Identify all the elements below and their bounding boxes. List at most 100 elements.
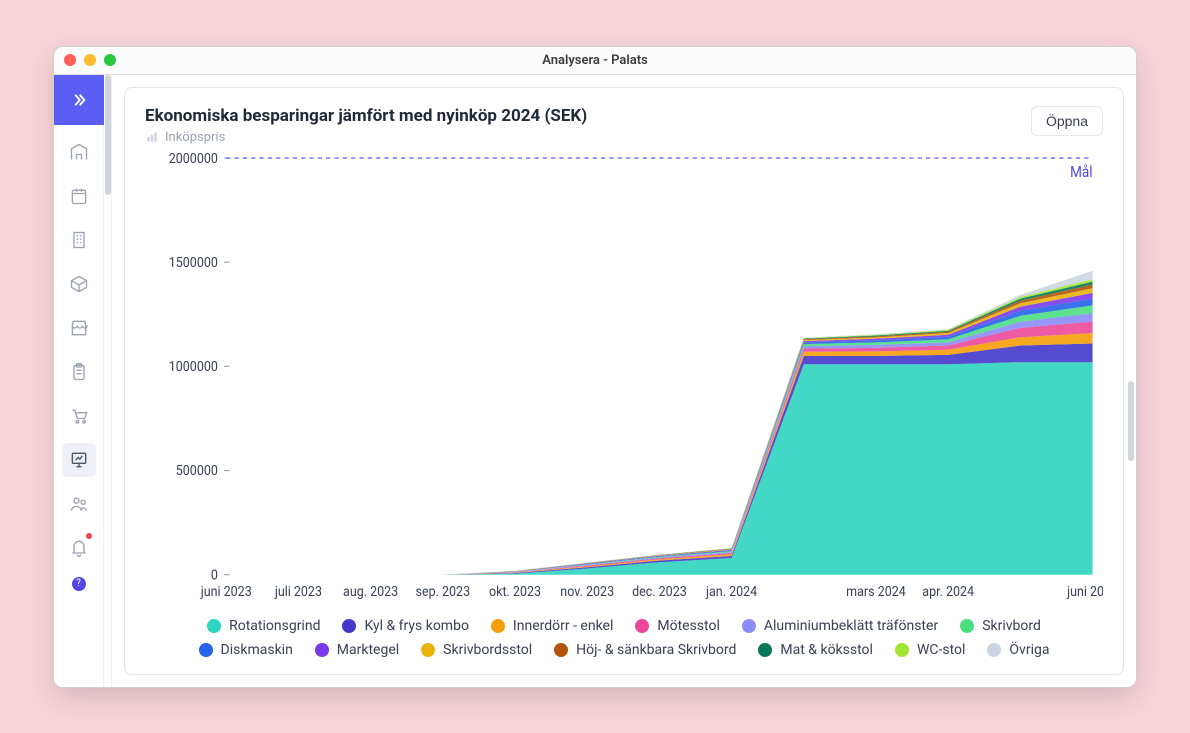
legend-label: Skrivbordsstol	[443, 642, 532, 658]
legend-label: Aluminiumbeklätt träfönster	[764, 618, 938, 634]
legend-swatch	[554, 643, 568, 657]
sidebar-item-analytics[interactable]	[62, 443, 96, 477]
window-title: Analysera - Palats	[54, 53, 1136, 68]
legend-item[interactable]: Diskmaskin	[199, 642, 293, 658]
close-window-icon[interactable]	[64, 54, 76, 66]
legend-swatch	[960, 619, 974, 633]
legend-item[interactable]: Aluminiumbeklätt träfönster	[742, 618, 938, 634]
svg-text:sep. 2023: sep. 2023	[416, 584, 471, 600]
legend-label: Höj- & sänkbara Skrivbord	[576, 642, 736, 658]
bar-chart-icon	[145, 130, 159, 144]
legend-item[interactable]: WC-stol	[895, 642, 965, 658]
svg-text:jan. 2024: jan. 2024	[705, 584, 758, 600]
sidebar-item-clipboard[interactable]	[62, 355, 96, 389]
svg-text:juli 2023: juli 2023	[274, 584, 322, 600]
svg-text:dec. 2023: dec. 2023	[632, 584, 687, 600]
sidebar-item-cart[interactable]	[62, 399, 96, 433]
sidebar-scrollbar[interactable]	[104, 75, 112, 687]
cart-icon	[69, 406, 89, 426]
svg-text:Mål: Mål	[1070, 163, 1092, 181]
legend-swatch	[987, 643, 1001, 657]
office-icon	[69, 230, 89, 250]
legend-item[interactable]: Mat & köksstol	[758, 642, 873, 658]
legend-item[interactable]: Rotationsgrind	[207, 618, 320, 634]
chart-legend: Rotationsgrind Kyl & frys kombo Innerdörr …	[145, 610, 1103, 664]
chart-area: 0 500000 1000000 1500000 2000000 Mål juni 2023…	[145, 151, 1103, 610]
window-body: ? Ekonomiska besparingar jämfört med nyi…	[54, 75, 1136, 687]
legend-item[interactable]: Innerdörr - enkel	[491, 618, 613, 634]
legend-item[interactable]: Övriga	[987, 642, 1049, 658]
legend-label: Mat & köksstol	[780, 642, 873, 658]
legend-swatch	[342, 619, 356, 633]
bell-icon	[69, 538, 89, 558]
legend-item[interactable]: Skrivbord	[960, 618, 1041, 634]
svg-text:500000: 500000	[176, 463, 218, 479]
card-subtitle: Inköpspris	[145, 130, 587, 145]
svg-text:nov. 2023: nov. 2023	[560, 584, 614, 600]
legend-swatch	[758, 643, 772, 657]
titlebar: Analysera - Palats	[54, 47, 1136, 75]
legend-item[interactable]: Höj- & sänkbara Skrivbord	[554, 642, 736, 658]
maximize-window-icon[interactable]	[104, 54, 116, 66]
legend-label: Skrivbord	[982, 618, 1041, 634]
minimize-window-icon[interactable]	[84, 54, 96, 66]
svg-text:juni 2023: juni 2023	[200, 584, 252, 600]
presentation-icon	[69, 450, 89, 470]
svg-text:okt. 2023: okt. 2023	[489, 584, 541, 600]
legend-swatch	[742, 619, 756, 633]
svg-text:1000000: 1000000	[169, 359, 218, 375]
legend-label: Rotationsgrind	[229, 618, 320, 634]
area-chart: 0 500000 1000000 1500000 2000000 Mål juni 2023…	[145, 151, 1103, 610]
sidebar-item-notifications[interactable]	[62, 531, 96, 565]
legend-swatch	[895, 643, 909, 657]
sidebar-item-users[interactable]	[62, 487, 96, 521]
expand-sidebar-button[interactable]	[54, 75, 104, 125]
main-scrollbar[interactable]	[1128, 381, 1134, 461]
legend-item[interactable]: Skrivbordsstol	[421, 642, 532, 658]
legend-label: Övriga	[1009, 642, 1049, 658]
legend-swatch	[315, 643, 329, 657]
legend-swatch	[207, 619, 221, 633]
subtitle-text: Inköpspris	[165, 130, 225, 145]
svg-text:mars 2024: mars 2024	[846, 584, 906, 600]
app-window: Analysera - Palats ? Ekonomiska besp	[53, 46, 1137, 688]
users-icon	[69, 494, 89, 514]
main-content: Ekonomiska besparingar jämfört med nyink…	[112, 75, 1136, 687]
building-icon	[69, 142, 89, 162]
svg-text:1500000: 1500000	[169, 255, 218, 271]
svg-text:juni 2024: juni 2024	[1066, 584, 1103, 600]
chevrons-right-icon	[70, 91, 88, 109]
sidebar: ?	[54, 75, 104, 687]
svg-text:2000000: 2000000	[169, 151, 218, 167]
sidebar-item-calendar[interactable]	[62, 179, 96, 213]
sidebar-item-office[interactable]	[62, 223, 96, 257]
sidebar-item-storefront[interactable]	[62, 311, 96, 345]
legend-swatch	[635, 619, 649, 633]
legend-swatch	[421, 643, 435, 657]
legend-label: Kyl & frys kombo	[364, 618, 468, 634]
legend-swatch	[199, 643, 213, 657]
package-icon	[69, 274, 89, 294]
savings-card: Ekonomiska besparingar jämfört med nyink…	[124, 87, 1124, 675]
legend-item[interactable]: Kyl & frys kombo	[342, 618, 468, 634]
calendar-icon	[69, 186, 89, 206]
legend-item[interactable]: Mötesstol	[635, 618, 720, 634]
legend-label: Diskmaskin	[221, 642, 293, 658]
card-title: Ekonomiska besparingar jämfört med nyink…	[145, 106, 587, 126]
legend-item[interactable]: Marktegel	[315, 642, 399, 658]
svg-text:apr. 2024: apr. 2024	[922, 584, 974, 600]
open-button[interactable]: Öppna	[1031, 106, 1103, 136]
legend-swatch	[491, 619, 505, 633]
storefront-icon	[69, 318, 89, 338]
clipboard-icon	[69, 362, 89, 382]
card-header: Ekonomiska besparingar jämfört med nyink…	[145, 106, 1103, 145]
svg-text:0: 0	[211, 567, 218, 583]
legend-label: Innerdörr - enkel	[513, 618, 613, 634]
legend-label: Mötesstol	[657, 618, 720, 634]
legend-label: Marktegel	[337, 642, 399, 658]
legend-label: WC-stol	[917, 642, 965, 658]
sidebar-item-package[interactable]	[62, 267, 96, 301]
help-button[interactable]: ?	[72, 577, 86, 591]
traffic-lights	[64, 54, 116, 66]
sidebar-item-building[interactable]	[62, 135, 96, 169]
